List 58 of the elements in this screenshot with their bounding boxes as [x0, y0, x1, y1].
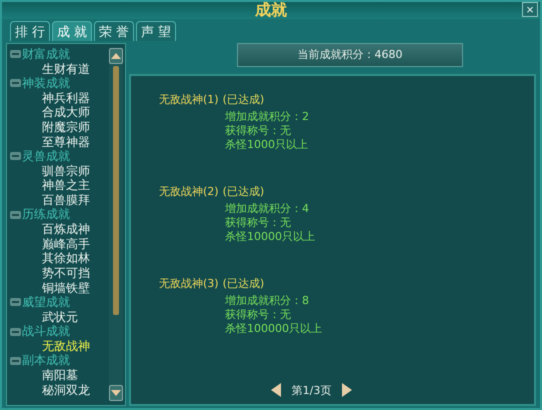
tree-item[interactable]: 其徐如林	[10, 251, 109, 266]
collapse-icon[interactable]	[10, 152, 21, 160]
tab[interactable]: 声 望	[136, 21, 176, 41]
achievement-detail: 获得称号：无	[224, 124, 292, 138]
achievement-name: 无敌战神(1)	[159, 92, 219, 107]
tree-item[interactable]: 巅峰高手	[10, 236, 109, 252]
tree-item[interactable]: 神兽之主	[10, 178, 109, 193]
tree-group[interactable]: 副本成就	[22, 352, 70, 370]
collapse-icon[interactable]	[10, 356, 21, 365]
achievement-status: (已达成)	[222, 276, 264, 291]
collapse-icon[interactable]	[10, 210, 21, 219]
scroll-down-icon[interactable]	[109, 385, 123, 401]
achievement-status: (已达成)	[222, 92, 264, 107]
tree-item[interactable]: 合成大师	[10, 105, 109, 120]
achievement-detail: 增加成就积分：4	[224, 202, 310, 216]
tree-item[interactable]: 百兽膜拜	[10, 192, 109, 208]
scroll-up-icon[interactable]	[109, 48, 123, 64]
achievement-name: 无敌战神(2)	[159, 184, 219, 199]
tab[interactable]: 荣 誉	[94, 21, 134, 41]
tree-item[interactable]: 南阳墓	[10, 368, 109, 383]
scrollbar-thumb[interactable]	[113, 66, 119, 315]
previous-page-icon[interactable]	[270, 382, 282, 398]
achievement-detail: 杀怪1000只以上	[224, 138, 309, 152]
achievement-detail: 获得称号：无	[224, 308, 292, 322]
page-indicator: 第1/3页	[292, 382, 332, 398]
achievement-detail: 增加成就积分：2	[224, 110, 310, 124]
collapse-icon[interactable]	[10, 50, 21, 58]
tab[interactable]: 排 行	[10, 21, 50, 41]
tree-item[interactable]: 驯兽宗师	[10, 164, 109, 178]
next-page-icon[interactable]	[341, 382, 354, 398]
score-display: 当前成就积分：4680	[237, 43, 463, 67]
tree-item[interactable]: 武状元	[10, 310, 109, 324]
tree-group[interactable]: 威望成就	[22, 294, 70, 311]
tree-item[interactable]: 势不可挡	[10, 266, 109, 280]
tree-item[interactable]: 无敌战神	[10, 338, 109, 354]
achievement-detail: 杀怪10000只以上	[224, 230, 316, 244]
close-button[interactable]: ×	[522, 2, 538, 17]
achievement-detail: 增加成就积分：8	[224, 294, 310, 308]
achievement-status: (已达成)	[222, 184, 264, 199]
tree-group[interactable]: 财富成就	[22, 46, 70, 63]
tree-item[interactable]: 神兵利器	[10, 90, 109, 106]
tree-item[interactable]: 生财有道	[10, 62, 109, 76]
tree-group[interactable]: 战斗成就	[22, 323, 70, 340]
tree-group[interactable]: 灵兽成就	[22, 148, 70, 165]
tree-item[interactable]: 百炼成神	[10, 222, 109, 237]
tree-item[interactable]: 至尊神器	[10, 134, 109, 150]
tree-item[interactable]: 附魔宗师	[10, 120, 109, 135]
collapse-icon[interactable]	[10, 298, 21, 306]
collapse-icon[interactable]	[10, 79, 21, 88]
tree-item[interactable]: 铜墙铁壁	[10, 280, 109, 296]
achievement-detail: 获得称号：无	[224, 216, 292, 230]
tab[interactable]: 成 就	[52, 21, 92, 41]
achievement-detail: 杀怪100000只以上	[224, 322, 323, 336]
achievement-name: 无敌战神(3)	[159, 276, 219, 291]
collapse-icon[interactable]	[10, 328, 21, 336]
tree-group[interactable]: 历练成就	[22, 206, 70, 224]
tree-group[interactable]: 神装成就	[22, 74, 70, 92]
tree-item[interactable]: 秘洞双龙	[10, 382, 109, 398]
